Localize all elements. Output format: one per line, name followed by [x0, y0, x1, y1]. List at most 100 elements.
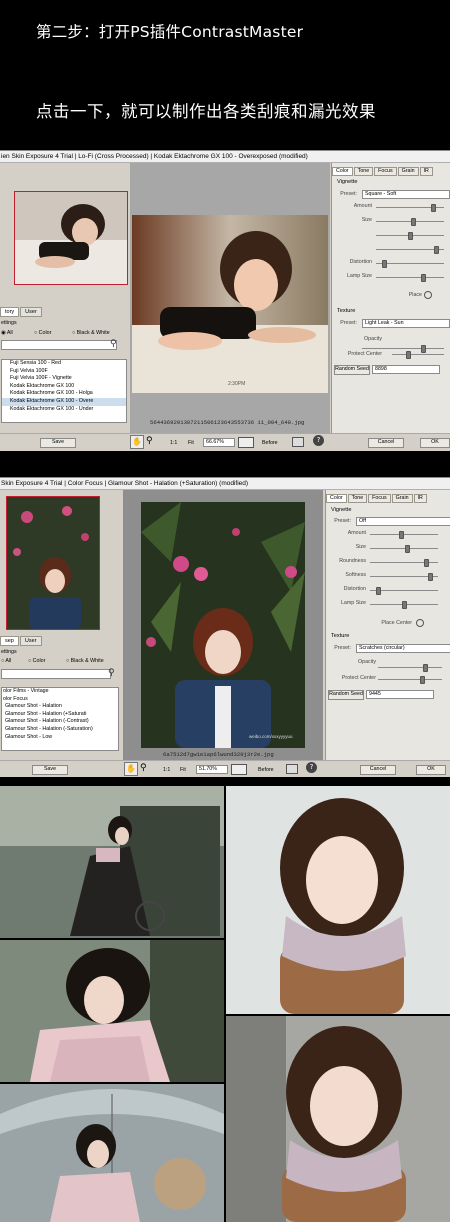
tab-ir[interactable]: IR [419, 167, 433, 176]
hand-tool-icon[interactable]: ✋ [124, 762, 138, 776]
tab-focus[interactable]: Focus [368, 494, 391, 503]
place-center-icon[interactable] [424, 291, 432, 299]
view-mode-icon[interactable] [231, 764, 247, 775]
vignette-slider-track[interactable] [376, 221, 444, 222]
list-item[interactable]: Kodak Ektachrome GX 100 [2, 383, 126, 391]
protect-center-track[interactable] [392, 354, 444, 355]
tab-user[interactable]: User [20, 307, 42, 317]
navigator-thumbnail[interactable] [14, 191, 128, 285]
opacity-slider[interactable] [420, 345, 426, 353]
protect-center-slider[interactable] [406, 351, 412, 359]
place-center-icon[interactable] [416, 619, 424, 627]
list-item[interactable]: Glamour Shot - Low [2, 734, 118, 742]
tab-color[interactable]: Color [332, 167, 353, 176]
radio-bw[interactable]: ○ Black & White [72, 330, 110, 336]
tab-ir[interactable]: IR [413, 494, 427, 503]
save-button[interactable]: Save [32, 765, 68, 775]
navigator-thumbnail[interactable] [6, 496, 100, 630]
preview-canvas[interactable]: weibo.com/xxxyyyyuu 6a7512d7gw1e1ap6lwun… [123, 490, 323, 760]
tab-user[interactable]: User [19, 636, 42, 646]
tab-history[interactable]: tory [0, 307, 20, 317]
texture-preset-select[interactable]: Scratches (circular) [356, 644, 450, 653]
radio-color[interactable]: ○ Color [34, 330, 51, 336]
list-item[interactable]: Fuji Velvia 100F - Vignette [2, 375, 126, 383]
split-view-icon[interactable] [292, 437, 304, 447]
list-item[interactable]: Glamour Shot - Halation (-Saturation) [2, 726, 118, 734]
vignette-preset-select[interactable]: Square - Soft [362, 190, 450, 199]
save-button[interactable]: Save [40, 438, 76, 448]
zoom-icon[interactable]: ⚲ [140, 763, 147, 773]
radio-all[interactable]: ◉ All [1, 330, 13, 336]
random-seed-button[interactable]: Random Seed [328, 690, 364, 700]
tab-grain[interactable]: Grain [391, 494, 413, 503]
preset-search-input[interactable] [1, 340, 117, 350]
vignette-slider-knob[interactable] [376, 587, 382, 595]
vignette-slider-knob[interactable] [427, 573, 433, 581]
ratio-button[interactable]: 1:1 [163, 767, 170, 773]
list-item[interactable]: Kodak Ektachrome GX 100 - Under [2, 406, 126, 414]
radio-bw[interactable]: ○ Black & White [66, 658, 104, 664]
texture-preset-select[interactable]: Light Leak - Sun [362, 319, 450, 328]
zoom-icon[interactable]: ⚲ [146, 436, 153, 446]
tab-presets[interactable]: sep [0, 636, 19, 646]
preview-canvas[interactable]: 2:30PM 5644369201307211506123643553736 1… [130, 163, 330, 433]
vignette-slider-knob[interactable] [424, 559, 430, 567]
search-icon[interactable]: ⚲ [110, 339, 117, 349]
protect-center-track[interactable] [378, 679, 442, 680]
opacity-slider[interactable] [423, 664, 428, 672]
fit-button[interactable]: Fit [188, 440, 194, 446]
vignette-slider-knob[interactable] [411, 218, 417, 226]
tab-grain[interactable]: Grain [397, 167, 419, 176]
vignette-slider-track[interactable] [376, 277, 444, 278]
random-seed-input[interactable]: 9445 [366, 690, 434, 699]
search-icon[interactable]: ⚲ [108, 668, 115, 678]
radio-color[interactable]: ○ Color [28, 658, 45, 664]
list-item[interactable]: Glamour Shot - Halation (-Contrast) [2, 718, 118, 726]
preset-list[interactable]: olor Films - Vintage olor Focus Glamour … [1, 687, 119, 751]
list-item[interactable]: Fuji Velvia 100F [2, 368, 126, 376]
vignette-slider-knob[interactable] [420, 274, 426, 282]
vignette-slider-track[interactable] [370, 548, 438, 549]
hand-tool-icon[interactable]: ✋ [130, 435, 144, 449]
cancel-button[interactable]: Cancel [368, 438, 404, 448]
list-item[interactable]: olor Films - Vintage [2, 688, 118, 696]
ok-button[interactable]: OK [416, 765, 446, 775]
help-icon[interactable]: ? [306, 762, 317, 773]
opacity-track[interactable] [378, 667, 442, 668]
ok-button[interactable]: OK [420, 438, 450, 448]
vignette-slider-track[interactable] [370, 534, 438, 535]
list-item[interactable]: Kodak Ektachrome GX 100 - Overe [2, 397, 126, 406]
vignette-slider-knob[interactable] [408, 232, 413, 240]
list-item[interactable]: Glamour Shot - Halation [2, 703, 118, 711]
preset-search-input[interactable] [1, 669, 111, 679]
vignette-slider-knob[interactable] [433, 246, 439, 254]
tab-tone[interactable]: Tone [353, 167, 374, 176]
list-item[interactable]: olor Focus [2, 696, 118, 704]
zoom-select[interactable]: 66.67% [203, 438, 235, 447]
view-mode-icon[interactable] [238, 437, 254, 448]
zoom-select[interactable]: 51.70% [196, 765, 228, 774]
ratio-button[interactable]: 1:1 [170, 440, 177, 446]
random-seed-button[interactable]: Random Seed [334, 365, 370, 375]
vignette-preset-select[interactable]: Off [356, 517, 450, 526]
vignette-slider-knob[interactable] [398, 531, 404, 539]
radio-all[interactable]: ○ All [1, 658, 11, 664]
vignette-slider-knob[interactable] [382, 260, 388, 268]
fit-button[interactable]: Fit [180, 767, 186, 773]
split-view-icon[interactable] [286, 764, 298, 774]
vignette-slider-knob[interactable] [402, 601, 407, 609]
vignette-slider-knob[interactable] [431, 204, 437, 212]
protect-center-slider[interactable] [420, 676, 425, 684]
tab-color[interactable]: Color [326, 494, 347, 503]
list-item[interactable]: Glamour Shot - Halation (+Saturati [2, 711, 118, 719]
random-seed-input[interactable]: 8898 [372, 365, 440, 374]
tab-focus[interactable]: Focus [374, 167, 397, 176]
list-item[interactable]: Kodak Ektachrome GX 100 - Holga [2, 390, 126, 398]
opacity-track[interactable] [362, 348, 444, 349]
vignette-slider-knob[interactable] [405, 545, 411, 553]
preset-list[interactable]: Fuji Sensia 100 - Red Fuji Velvia 100F F… [1, 359, 127, 423]
tab-tone[interactable]: Tone [347, 494, 368, 503]
cancel-button[interactable]: Cancel [360, 765, 396, 775]
list-item[interactable]: Fuji Sensia 100 - Red [2, 360, 126, 368]
help-icon[interactable]: ? [313, 435, 324, 446]
